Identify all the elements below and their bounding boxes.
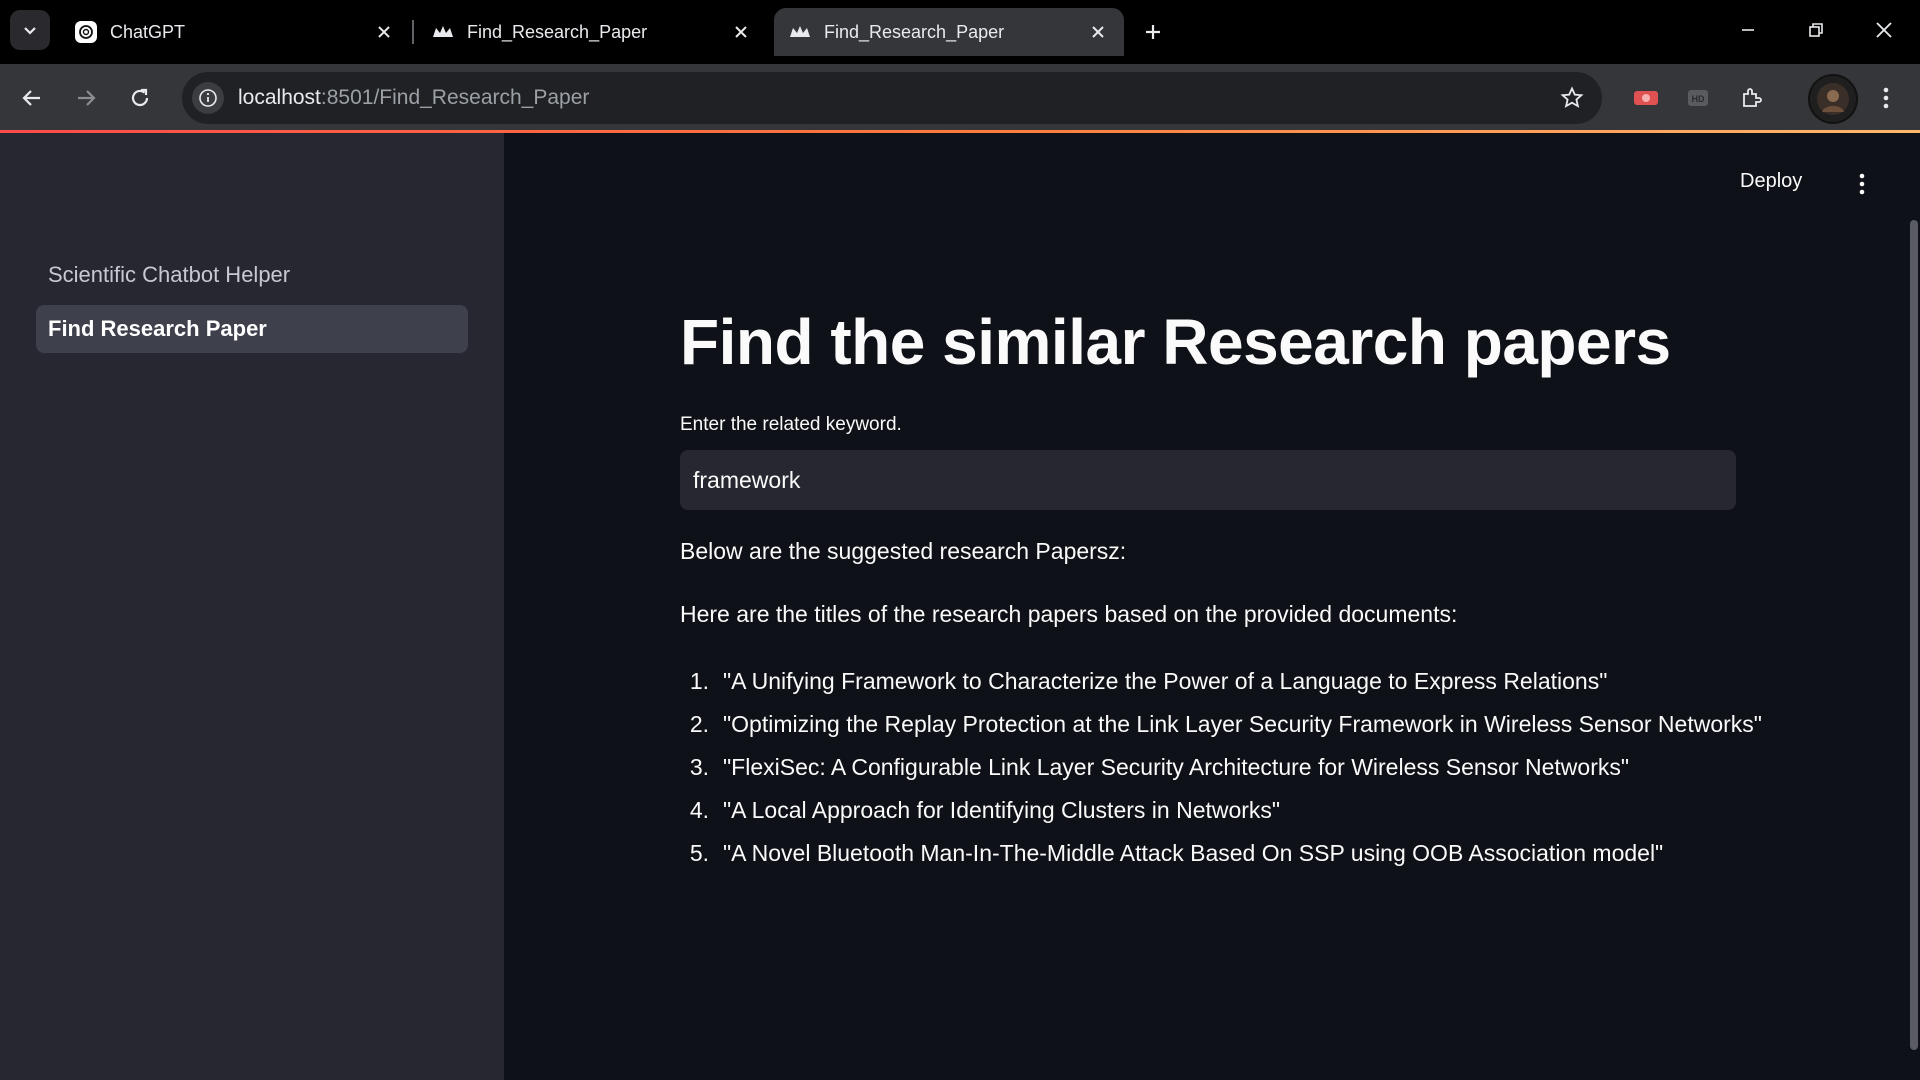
list-item-number: 1. bbox=[689, 668, 709, 694]
browser-toolbar: localhost:8501/Find_Research_Paper HD bbox=[0, 64, 1920, 132]
suggestions-intro: Below are the suggested research Papersz… bbox=[680, 538, 1127, 564]
arrow-left-icon bbox=[22, 90, 40, 106]
list-item: 4. "A Local Approach for Identifying Clus… bbox=[680, 789, 1762, 832]
minimize-icon bbox=[1742, 29, 1754, 31]
info-icon[interactable] bbox=[192, 82, 224, 114]
restore-icon bbox=[1809, 23, 1823, 37]
close-icon[interactable] bbox=[1086, 20, 1110, 44]
plus-icon bbox=[1146, 25, 1160, 39]
paper-title: "FlexiSec: A Configurable Link Layer Sec… bbox=[723, 754, 1630, 780]
close-icon[interactable] bbox=[372, 20, 396, 44]
list-item: 1. "A Unifying Framework to Characterize … bbox=[680, 660, 1762, 703]
list-item-number: 2. bbox=[689, 711, 709, 737]
close-window-button[interactable] bbox=[1850, 0, 1918, 60]
tab-title: Find_Research_Paper bbox=[467, 21, 648, 42]
close-icon bbox=[1876, 22, 1892, 38]
tab-divider bbox=[412, 20, 414, 44]
page-title: Find the similar Research papers bbox=[680, 306, 1671, 378]
sidebar-item-scientific-chatbot-helper[interactable]: Scientific Chatbot Helper bbox=[36, 251, 468, 299]
browser-menu-icon[interactable] bbox=[1868, 80, 1904, 116]
tab-find-research-paper[interactable]: Find_Research_Paper bbox=[417, 8, 767, 56]
list-item: 5. "A Novel Bluetooth Man-In-The-Middle A… bbox=[680, 832, 1762, 875]
arrow-right-icon bbox=[78, 90, 96, 106]
browser-tab-strip: ChatGPT Find_Research_Paper Find_Researc… bbox=[0, 0, 1920, 64]
url-host: localhost bbox=[238, 86, 321, 109]
app-menu-button[interactable] bbox=[1848, 170, 1876, 198]
sidebar-item-label: Scientific Chatbot Helper bbox=[48, 262, 291, 287]
chatgpt-icon bbox=[74, 20, 98, 44]
paper-title: "A Unifying Framework to Characterize th… bbox=[723, 668, 1608, 694]
streamlit-crown-icon bbox=[788, 20, 812, 44]
reload-icon bbox=[131, 88, 149, 107]
sidebar-item-label: Find Research Paper bbox=[48, 316, 267, 341]
list-item: 2. "Optimizing the Replay Protection at t… bbox=[680, 703, 1762, 746]
close-icon[interactable] bbox=[729, 20, 753, 44]
deploy-button[interactable]: Deploy bbox=[1740, 170, 1802, 193]
tab-title: ChatGPT bbox=[110, 21, 186, 42]
list-item: 3. "FlexiSec: A Configurable Link Layer S… bbox=[680, 746, 1762, 789]
results-list: 1. "A Unifying Framework to Characterize … bbox=[680, 660, 1762, 875]
minimize-button[interactable] bbox=[1714, 0, 1782, 60]
sidebar-item-find-research-paper[interactable]: Find Research Paper bbox=[36, 305, 468, 353]
profile-avatar[interactable] bbox=[1808, 74, 1858, 124]
bookmark-star-icon[interactable] bbox=[1556, 82, 1588, 114]
avatar-icon bbox=[1817, 83, 1849, 115]
extensions-puzzle-icon[interactable] bbox=[1734, 80, 1770, 116]
svg-text:HD: HD bbox=[1692, 94, 1705, 104]
forward-button[interactable] bbox=[66, 78, 106, 118]
restore-button[interactable] bbox=[1782, 0, 1850, 60]
sidebar: Scientific Chatbot Helper Find Research … bbox=[0, 133, 504, 1080]
suggestions-subintro: Here are the titles of the research pape… bbox=[680, 601, 1458, 627]
paper-title: "A Local Approach for Identifying Cluste… bbox=[723, 797, 1281, 823]
paper-title: "Optimizing the Replay Protection at the… bbox=[723, 711, 1762, 737]
new-tab-button[interactable] bbox=[1133, 12, 1173, 52]
keyword-input[interactable] bbox=[680, 450, 1736, 510]
tab-search-button[interactable] bbox=[10, 10, 50, 50]
reload-button[interactable] bbox=[120, 78, 160, 118]
url-text: localhost:8501/Find_Research_Paper bbox=[238, 86, 589, 110]
list-item-number: 5. bbox=[689, 840, 709, 866]
extension-record-icon[interactable] bbox=[1628, 80, 1664, 116]
back-button[interactable] bbox=[12, 78, 52, 118]
tab-title: Find_Research_Paper bbox=[824, 21, 1005, 42]
list-item-number: 4. bbox=[689, 797, 709, 823]
scrollbar[interactable] bbox=[1910, 220, 1918, 1050]
tab-find-research-paper-active[interactable]: Find_Research_Paper bbox=[774, 8, 1124, 56]
chevron-down-icon bbox=[24, 27, 36, 35]
url-path: :8501/Find_Research_Paper bbox=[320, 86, 590, 109]
streamlit-crown-icon bbox=[431, 20, 455, 44]
paper-title: "A Novel Bluetooth Man-In-The-Middle Att… bbox=[723, 840, 1664, 866]
tab-chatgpt[interactable]: ChatGPT bbox=[60, 8, 410, 56]
more-vertical-icon bbox=[1859, 173, 1865, 195]
address-bar[interactable]: localhost:8501/Find_Research_Paper bbox=[182, 72, 1602, 124]
list-item-number: 3. bbox=[689, 754, 709, 780]
extension-hd-icon[interactable]: HD bbox=[1680, 80, 1716, 116]
keyword-input-label: Enter the related keyword. bbox=[680, 414, 902, 435]
